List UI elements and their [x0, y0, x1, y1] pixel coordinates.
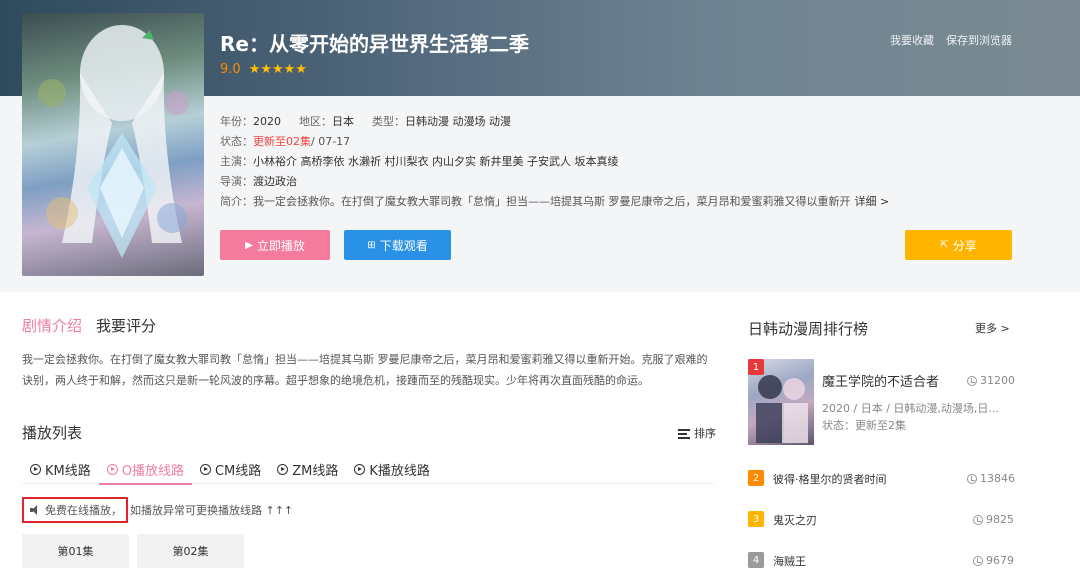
speaker-icon: [30, 505, 41, 515]
download-label: 下载观看: [379, 238, 428, 253]
rank-2-name[interactable]: 彼得·格里尔的贤者时间: [773, 471, 887, 487]
info-row-status: 状态： 更新至02集 / 07-17: [220, 132, 889, 152]
rank-3-hot: 9825: [973, 513, 1014, 526]
cast-value[interactable]: 小林裕介 高桥李依 水濑祈 村川梨衣 内山夕实 新井里美 子安武人 坂本真绫: [253, 152, 618, 172]
rating-row: 9.0 ★★★★★: [220, 60, 307, 78]
rank-3-name[interactable]: 鬼灭之刃: [773, 512, 817, 528]
rank-badge-4: 4: [748, 552, 764, 568]
line-tabs: KM线路 O播放线路 CM线路 ZM线路 K播放线路: [22, 454, 714, 485]
clock-icon: [967, 473, 977, 484]
anime-title: Re：从零开始的异世界生活第二季: [220, 32, 529, 56]
line-label: K播放线路: [369, 463, 430, 479]
line-label: ZM线路: [292, 463, 339, 479]
ranking-title: 日韩动漫周排行榜: [748, 320, 869, 338]
save-to-browser-link[interactable]: 保存到浏览器: [946, 32, 1012, 48]
director-value[interactable]: 渡边政治: [253, 172, 297, 192]
download-icon: ⊞: [367, 239, 376, 251]
year-value[interactable]: 2020: [253, 112, 281, 132]
poster-illustration: [38, 25, 189, 258]
play-now-label: 立即播放: [256, 238, 305, 253]
play-circle-icon: [106, 463, 118, 475]
line-label: KM线路: [45, 463, 91, 479]
episode-button-01[interactable]: 第01集: [22, 534, 129, 568]
play-now-button[interactable]: ▶ 立即播放: [220, 230, 330, 260]
episode-button-02[interactable]: 第02集: [137, 534, 244, 568]
play-circle-icon: [30, 463, 41, 475]
play-circle-icon: [199, 463, 211, 475]
ranking-more-link[interactable]: 更多 >: [975, 320, 1010, 336]
play-circle-icon: [354, 463, 366, 475]
clock-icon: [967, 375, 977, 386]
intro-value: 我一定会拯救你。在打倒了魔女教大罪司教「怠惰」担当——培提其乌斯 罗曼尼康帝之后…: [253, 195, 851, 208]
region-key: 地区：: [299, 115, 332, 128]
rank-1-hot: 31200: [967, 374, 1015, 387]
rank-4-name[interactable]: 海贼王: [773, 553, 806, 569]
rank-4-hot: 9679: [973, 554, 1014, 567]
line-label: CM线路: [214, 463, 262, 479]
status-date: / 07-17: [311, 135, 351, 148]
type-key: 类型：: [372, 115, 405, 128]
line-label: O播放线路: [121, 463, 184, 479]
detail-link[interactable]: 详细 >: [855, 192, 890, 212]
line-tab-zm[interactable]: ZM线路: [269, 454, 346, 484]
share-icon: ⇱: [940, 239, 949, 251]
download-button[interactable]: ⊞ 下载观看: [344, 230, 451, 260]
sort-button[interactable]: 排序: [678, 425, 716, 441]
clock-icon: [973, 555, 983, 566]
line-tab-k[interactable]: K播放线路: [346, 454, 438, 484]
tab-plot[interactable]: 剧情介绍: [22, 315, 82, 336]
rank-2-hot: 13846: [967, 472, 1015, 485]
tab-rate[interactable]: 我要评分: [96, 315, 156, 336]
line-tab-cm[interactable]: CM线路: [192, 454, 269, 484]
content-tabs: 剧情介绍 我要评分: [22, 315, 156, 336]
region-value[interactable]: 日本: [332, 112, 354, 132]
info-row-cast: 主演： 小林裕介 高桥李依 水濑祈 村川梨衣 内山夕实 新井里美 子安武人 坂本…: [220, 152, 889, 172]
info-row-director: 导演： 渡边政治: [220, 172, 889, 192]
status-value: 更新至02集: [253, 135, 311, 148]
rating-score: 9.0: [220, 61, 241, 77]
rank-badge-3: 3: [748, 511, 764, 527]
notice-boxed-text: 免费在线播放，: [45, 504, 122, 517]
play-icon: ▶: [245, 239, 253, 251]
info-block: 年份： 2020 地区： 日本 类型： 日韩动漫 动漫场 动漫 状态： 更新至0…: [220, 112, 889, 212]
rank-4-hot-value: 9679: [986, 554, 1014, 567]
sort-icon: [678, 428, 690, 439]
rating-stars-icon: ★★★★★: [248, 61, 307, 77]
share-button[interactable]: ⇱ 分享: [905, 230, 1012, 260]
sort-label: 排序: [694, 427, 716, 440]
year-key: 年份：: [220, 115, 253, 128]
rank-badge-1: 1: [748, 359, 764, 375]
rank-1-status: 状态：更新至2集: [822, 419, 906, 432]
line-tab-o[interactable]: O播放线路: [98, 454, 193, 485]
rank-3-hot-value: 9825: [986, 513, 1014, 526]
intro-key: 简介：: [220, 195, 253, 208]
type-value[interactable]: 日韩动漫 动漫场 动漫: [405, 112, 511, 132]
director-key: 导演：: [220, 175, 253, 188]
playlist-title: 播放列表: [22, 424, 83, 442]
clock-icon: [973, 514, 983, 525]
play-circle-icon: [277, 463, 289, 475]
info-row-intro: 简介： 我一定会拯救你。在打倒了魔女教大罪司教「怠惰」担当——培提其乌斯 罗曼尼…: [220, 192, 889, 212]
favorite-link[interactable]: 我要收藏: [890, 32, 934, 48]
header-actions: 我要收藏 保存到浏览器: [890, 32, 1012, 48]
notice-rest-text: 如播放异常可更换播放线路 ↑↑↑: [130, 504, 294, 517]
status-key: 状态：: [220, 135, 253, 148]
cast-key: 主演：: [220, 155, 253, 168]
info-row-meta: 年份： 2020 地区： 日本 类型： 日韩动漫 动漫场 动漫: [220, 112, 889, 132]
anime-poster[interactable]: [22, 13, 204, 276]
play-notice: 免费在线播放， 如播放异常可更换播放线路 ↑↑↑: [22, 497, 293, 523]
rank-1-hot-value: 31200: [980, 374, 1015, 387]
line-tab-km[interactable]: KM线路: [22, 454, 99, 484]
share-label: 分享: [952, 238, 977, 253]
rank-badge-2: 2: [748, 470, 764, 486]
rank-1-meta: 2020 / 日本 / 日韩动漫,动漫场,日...: [822, 402, 999, 415]
rank-1-name[interactable]: 魔王学院的不适合者: [822, 371, 939, 390]
synopsis-text: 我一定会拯救你。在打倒了魔女教大罪司教「怠惰」担当——培提其乌斯 罗曼尼康帝之后…: [22, 353, 708, 387]
rank-2-hot-value: 13846: [980, 472, 1015, 485]
notice-highlight-box: 免费在线播放，: [22, 497, 128, 523]
